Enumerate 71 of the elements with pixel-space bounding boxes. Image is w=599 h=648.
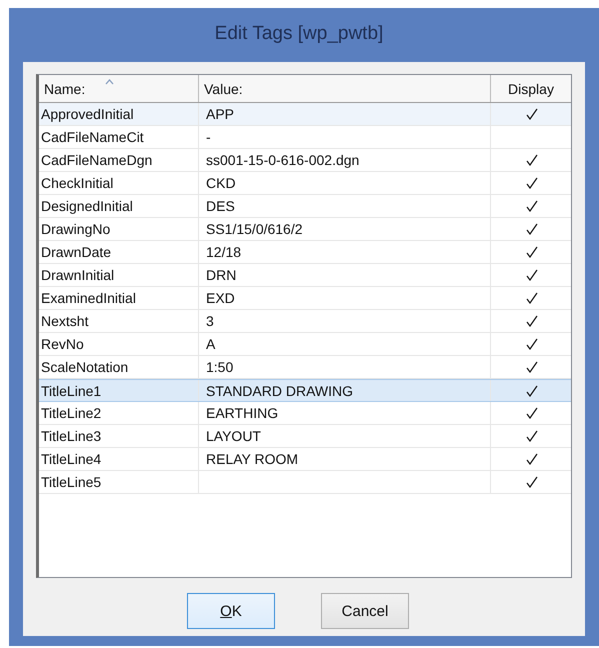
check-icon[interactable]	[526, 154, 538, 166]
table-row[interactable]: TitleLine3 LAYOUT	[39, 425, 571, 448]
check-icon[interactable]	[526, 338, 538, 350]
table-row[interactable]: TitleLine4 RELAY ROOM	[39, 448, 571, 471]
table-row[interactable]: DrawnInitial DRN	[39, 264, 571, 287]
table-cell: ExaminedInitial	[39, 287, 199, 309]
table-cell: ss001-15-0-616-002.dgn	[206, 152, 360, 168]
table-row[interactable]: DesignedInitial DES	[39, 195, 571, 218]
table-cell: DRN	[206, 267, 236, 283]
table-cell: CheckInitial	[39, 172, 199, 194]
table-cell: RELAY ROOM	[206, 451, 298, 467]
table-cell: 12/18	[206, 244, 242, 260]
table-cell: 3	[206, 313, 214, 329]
table-cell: CKD	[206, 175, 236, 191]
table-row[interactable]: DrawnDate 12/18	[39, 241, 571, 264]
table-cell: ApprovedInitial	[39, 103, 199, 125]
check-icon[interactable]	[526, 223, 538, 235]
table-row[interactable]: TitleLine5	[39, 471, 571, 494]
check-icon[interactable]	[526, 453, 538, 465]
table-cell: EXD	[206, 290, 235, 306]
table-cell: DesignedInitial	[39, 195, 199, 217]
table-row[interactable]: RevNo A	[39, 333, 571, 356]
column-header[interactable]: Name:	[39, 75, 199, 102]
window-title: Edit Tags [wp_pwtb]	[214, 22, 384, 46]
check-icon[interactable]	[526, 200, 538, 212]
check-icon[interactable]	[526, 269, 538, 281]
table-row[interactable]: TitleLine1 STANDARD DRAWING	[39, 379, 571, 402]
table-row[interactable]: ExaminedInitial EXD	[39, 287, 571, 310]
table-cell: CadFileNameDgn	[39, 149, 199, 171]
check-icon[interactable]	[526, 430, 538, 442]
dialog-button[interactable]: OK	[187, 593, 275, 629]
table-cell: TitleLine2	[39, 402, 199, 424]
table-row[interactable]: DrawingNo SS1/15/0/616/2	[39, 218, 571, 241]
check-icon[interactable]	[526, 177, 538, 189]
table-row[interactable]: CadFileNameDgn ss001-15-0-616-002.dgn	[39, 149, 571, 172]
check-icon[interactable]	[526, 246, 538, 258]
table-cell: TitleLine1	[39, 380, 199, 401]
table-cell: DES	[206, 198, 235, 214]
check-icon[interactable]	[526, 407, 538, 419]
table-cell: APP	[206, 106, 234, 122]
table-cell: RevNo	[39, 333, 199, 355]
table-cell: TitleLine5	[39, 471, 199, 493]
table-row[interactable]: ApprovedInitial APP	[39, 103, 571, 126]
table-cell: -	[206, 129, 211, 145]
table-cell: ScaleNotation	[39, 356, 199, 378]
table-cell: DrawnInitial	[39, 264, 199, 286]
check-icon[interactable]	[526, 384, 538, 396]
table-row[interactable]: CheckInitial CKD	[39, 172, 571, 195]
table-cell: A	[206, 336, 216, 352]
table-row[interactable]: CadFileNameCit -	[39, 126, 571, 149]
table-cell: STANDARD DRAWING	[206, 382, 353, 398]
table-cell: TitleLine4	[39, 448, 199, 470]
table-cell: 1:50	[206, 359, 234, 375]
table-cell: LAYOUT	[206, 428, 261, 444]
table-cell: DrawnDate	[39, 241, 199, 263]
check-icon[interactable]	[526, 108, 538, 120]
table-cell: TitleLine3	[39, 425, 199, 447]
table-cell: CadFileNameCit	[39, 126, 199, 148]
table-row[interactable]: Nextsht 3	[39, 310, 571, 333]
column-header[interactable]: Value:	[199, 75, 491, 102]
table-row[interactable]: TitleLine2 EARTHING	[39, 402, 571, 425]
check-icon[interactable]	[526, 361, 538, 373]
table-cell: SS1/15/0/616/2	[206, 221, 303, 237]
table-cell: DrawingNo	[39, 218, 199, 240]
check-icon[interactable]	[526, 292, 538, 304]
column-header[interactable]: Display	[491, 75, 571, 102]
check-icon[interactable]	[526, 315, 538, 327]
table-cell: EARTHING	[206, 405, 278, 421]
table-cell: Nextsht	[39, 310, 199, 332]
check-icon[interactable]	[526, 476, 538, 488]
dialog-button[interactable]: Cancel	[321, 593, 409, 629]
